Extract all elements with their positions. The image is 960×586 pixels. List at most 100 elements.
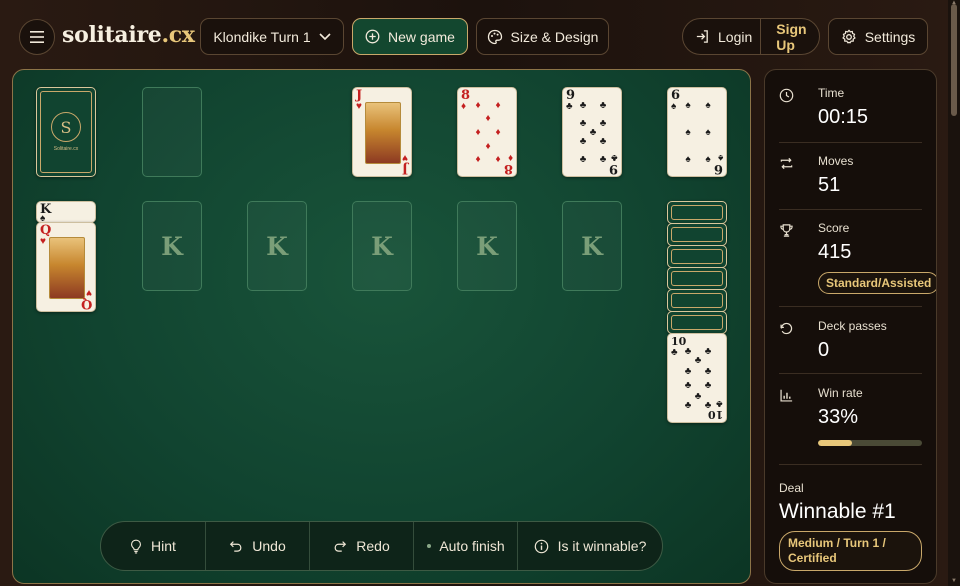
info-circle-icon	[534, 539, 549, 554]
card-rank-bottom: 8	[503, 161, 513, 176]
winrate-progress-fill	[818, 440, 853, 446]
deal-label: Deal	[779, 481, 804, 495]
foundation-2-eight-of-diamonds[interactable]: 8 ♦ ♦ ♦ ♦ ♦ ♦ ♦ ♦ ♦ ♦ 8	[457, 87, 517, 177]
variant-label: Klondike Turn 1	[213, 28, 311, 45]
login-icon	[695, 29, 710, 44]
card-back-border	[671, 227, 723, 242]
redo-label: Redo	[356, 538, 390, 554]
card-pips: ♠ ♠ ♠ ♠ ♠ ♠	[685, 100, 711, 165]
divider	[779, 373, 922, 374]
foundation-3-nine-of-clubs[interactable]: 9 ♣ ♣ ♣ ♣ ♣ ♣ ♣ ♣ ♣ ♣ ♣ 9	[562, 87, 622, 177]
card-back-border	[671, 293, 723, 308]
auth-group: Login Sign Up	[682, 18, 820, 55]
logo-main: solitaire	[62, 22, 162, 48]
scroll-down-icon[interactable]: ▼	[951, 578, 957, 584]
card-pips: ♦ ♦ ♦ ♦ ♦ ♦ ♦ ♦	[475, 100, 501, 165]
tableau-7-face-down-card	[667, 267, 727, 290]
card-back-border	[671, 249, 723, 264]
plus-circle-icon	[365, 29, 380, 44]
card-suit-bottom: ♣	[716, 398, 723, 409]
swap-arrows-icon	[779, 156, 794, 171]
tableau-7-ten-of-clubs[interactable]: 10 ♣ ♣ ♣ ♣ ♣ ♣ ♣ ♣ ♣ ♣ ♣ ♣ 10	[667, 333, 727, 423]
tableau-7-face-down-card	[667, 289, 727, 312]
undo-button[interactable]: Undo	[206, 522, 310, 570]
tableau-7-face-down-card	[667, 223, 727, 246]
score-mode-badge[interactable]: Standard/Assisted	[818, 272, 936, 294]
card-back-border	[671, 205, 723, 220]
settings-button[interactable]: Settings	[828, 18, 928, 55]
card-suit: ♦	[461, 101, 467, 112]
divider	[779, 142, 922, 143]
moves-label: Moves	[818, 154, 854, 168]
lightbulb-icon	[130, 539, 142, 554]
score-value: 415	[818, 241, 852, 263]
page-scrollbar[interactable]: ▲ ▼	[948, 0, 960, 586]
king-placeholder: K	[581, 231, 603, 261]
deal-meta-badge[interactable]: Medium / Turn 1 / Certified	[779, 531, 922, 571]
sparkle-icon	[426, 543, 432, 549]
scrollbar-thumb[interactable]	[951, 4, 957, 116]
redo-button[interactable]: Redo	[310, 522, 414, 570]
auto-finish-button[interactable]: Auto finish	[414, 522, 518, 570]
moves-value: 51	[818, 174, 841, 196]
site-logo[interactable]: solitaire.cx	[62, 22, 195, 48]
divider	[779, 306, 922, 307]
card-back-border	[671, 315, 723, 330]
foundation-4-six-of-spades[interactable]: 6 ♠ ♠ ♠ ♠ ♠ ♠ ♠ ♠ 6	[667, 87, 727, 177]
login-button[interactable]: Login	[683, 19, 762, 54]
size-design-button[interactable]: Size & Design	[476, 18, 609, 55]
tableau-4-empty[interactable]: K	[352, 201, 412, 291]
stat-time: Time 00:15	[779, 86, 922, 136]
auto-finish-label: Auto finish	[439, 538, 505, 554]
hamburger-menu-icon	[30, 31, 44, 43]
tableau-3-empty[interactable]: K	[247, 201, 307, 291]
game-toolbar: Hint Undo Redo Auto finish Is it winnabl…	[100, 521, 663, 571]
signup-button[interactable]: Sign Up	[769, 21, 819, 53]
login-label: Login	[718, 28, 753, 45]
tableau-6-empty[interactable]: K	[562, 201, 622, 291]
game-table: S Solitaire.cx J ♥ ♥ J 8 ♦ ♦ ♦ ♦ ♦ ♦ ♦ ♦ ♦ …	[12, 69, 751, 584]
winrate-label: Win rate	[818, 386, 863, 400]
card-rank-bottom: 6	[713, 161, 723, 176]
winnable-check-button[interactable]: Is it winnable?	[518, 522, 662, 570]
time-label: Time	[818, 86, 845, 100]
stock-pile[interactable]: S Solitaire.cx	[36, 87, 96, 177]
card-back-emblem: S	[51, 112, 81, 142]
card-rank-bottom: 9	[608, 161, 618, 176]
hint-button[interactable]: Hint	[101, 522, 206, 570]
king-placeholder: K	[476, 231, 498, 261]
game-variant-select[interactable]: Klondike Turn 1	[200, 18, 344, 55]
menu-button[interactable]	[19, 19, 55, 55]
deal-value: Winnable #1	[779, 500, 896, 523]
tableau-1-queen-of-hearts[interactable]: Q ♥ ♥ Q	[36, 222, 96, 312]
hint-label: Hint	[151, 538, 176, 554]
tableau-7-face-down-card	[667, 311, 727, 334]
new-game-button[interactable]: New game	[352, 18, 468, 55]
card-suit: ♠	[671, 101, 677, 112]
palette-icon	[487, 29, 503, 45]
undo-icon	[229, 539, 243, 553]
gear-icon	[841, 29, 857, 45]
card-rank-bottom: Q	[80, 296, 92, 311]
stat-win-rate: Win rate 33%	[779, 386, 922, 446]
jack-face-art	[365, 102, 401, 164]
winnable-check-label: Is it winnable?	[557, 538, 647, 554]
foundation-1-jack-of-hearts[interactable]: J ♥ ♥ J	[352, 87, 412, 177]
king-placeholder: K	[161, 231, 183, 261]
tableau-7-face-down-card	[667, 201, 727, 224]
trophy-icon	[779, 223, 794, 238]
settings-label: Settings	[864, 28, 916, 45]
tableau-2-empty[interactable]: K	[142, 201, 202, 291]
logo-tld: .cx	[161, 22, 195, 48]
divider	[779, 464, 922, 465]
stat-moves: Moves 51	[779, 154, 922, 204]
tableau-1-king-of-spades[interactable]: K ♠	[36, 201, 96, 223]
waste-pile-empty[interactable]	[142, 87, 202, 177]
passes-label: Deck passes	[818, 319, 887, 333]
divider	[779, 209, 922, 210]
size-design-label: Size & Design	[510, 28, 599, 45]
tableau-5-empty[interactable]: K	[457, 201, 517, 291]
chevron-down-icon	[319, 32, 331, 41]
redo-icon	[333, 539, 347, 553]
card-rank-bottom: J	[401, 161, 408, 176]
